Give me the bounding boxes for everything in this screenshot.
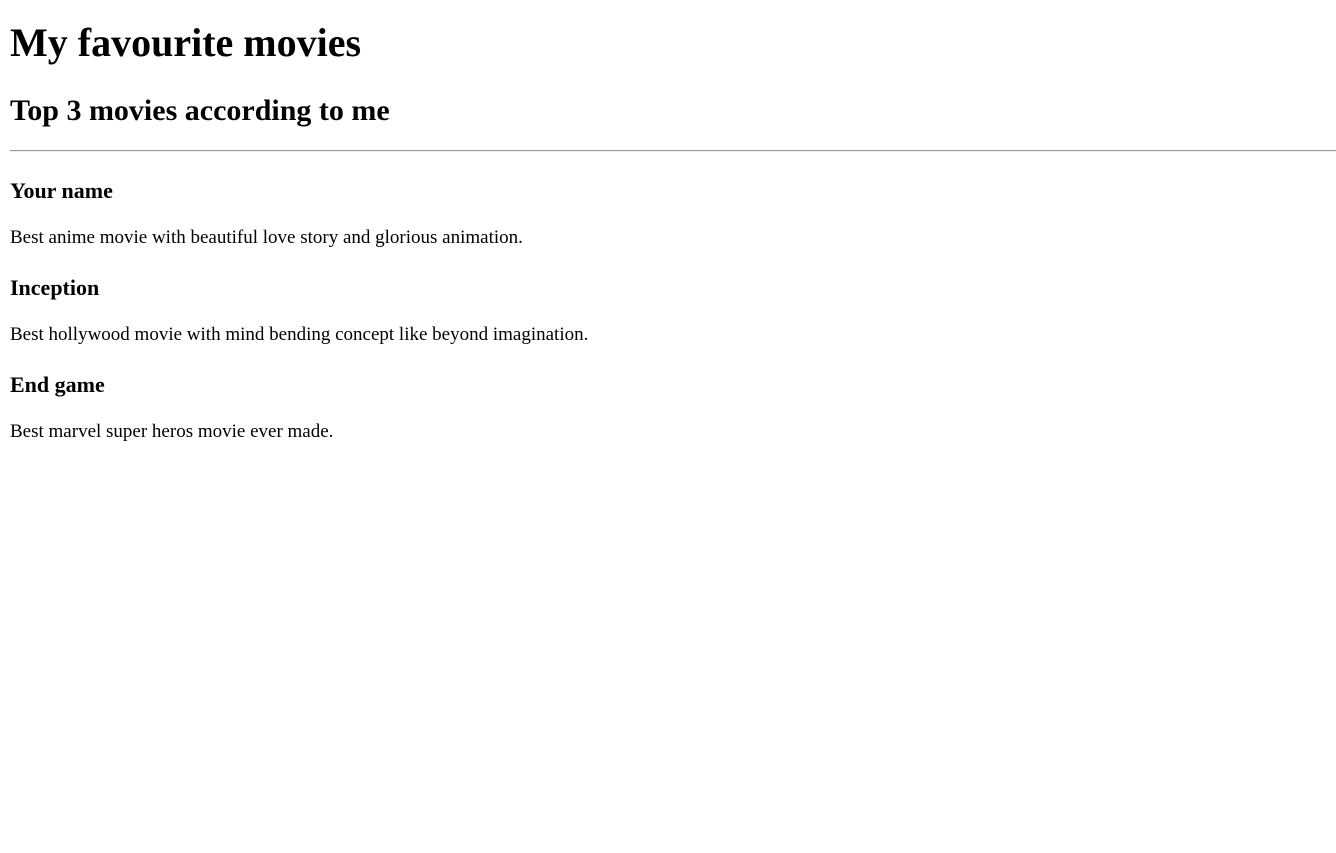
movie-item: Inception Best hollywood movie with mind…	[10, 273, 1330, 370]
movie-list: Your name Best anime movie with beautifu…	[10, 176, 1330, 467]
movie-item: Your name Best anime movie with beautifu…	[10, 176, 1330, 273]
page-title: My favourite movies	[10, 20, 362, 65]
section-divider	[10, 150, 1336, 152]
movie-title: Your name	[10, 178, 113, 203]
movie-item: End game Best marvel super heros movie e…	[10, 370, 1330, 467]
movie-title: Inception	[10, 275, 100, 300]
page-subtitle: Top 3 movies according to me	[10, 94, 390, 127]
movie-description: Best anime movie with beautiful love sto…	[10, 227, 523, 248]
page: My favourite movies Top 3 movies accordi…	[0, 0, 1336, 853]
movie-description: Best hollywood movie with mind bending c…	[10, 324, 589, 345]
movie-title: End game	[10, 372, 105, 397]
movie-description: Best marvel super heros movie ever made.	[10, 421, 334, 442]
